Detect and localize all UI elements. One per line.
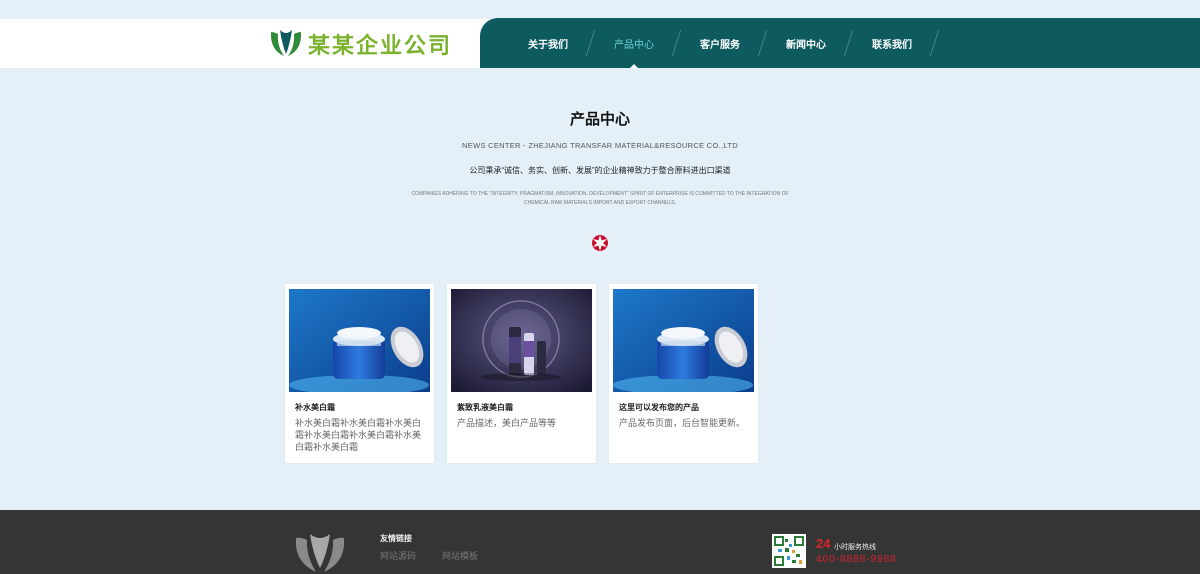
hotline-label: 小时服务热线 [834, 544, 876, 551]
site-footer: 友情链接 网站源码 网站模板 24 小时服务热线 400-8888-9988 [0, 510, 1200, 574]
footer-link[interactable]: 网站源码 [380, 549, 416, 562]
product-card[interactable]: 这里可以发布您的产品 产品发布页面，后台智能更新。 [609, 284, 758, 463]
active-caret-icon [630, 64, 638, 68]
footer-link[interactable]: 网站模板 [442, 549, 478, 562]
friend-links-title: 友情链接 [380, 534, 412, 543]
footer-logo-icon [295, 534, 345, 572]
section-subtitle-en: NEWS CENTER - ZHEJIANG TRANSFAR MATERIAL… [462, 141, 738, 150]
site-logo[interactable]: 某某企业公司 [268, 28, 452, 60]
nav-item-contact[interactable]: 联系我们 [849, 18, 940, 68]
product-description: 产品描述，美白产品等等 [457, 418, 557, 428]
section-description: 公司秉承“诚信、务实、创新、发展”的企业精神致力于整合原料进出口渠道 [469, 166, 731, 175]
product-card[interactable]: 紫致乳液美白霜 产品描述，美白产品等等 [447, 284, 596, 463]
nav-item-label: 关于我们 [528, 39, 568, 51]
qr-code-icon [772, 534, 806, 568]
product-card[interactable]: 补水美白霜 补水美白霜补水美白霜补水美白霜补水美白霜补水美白霜补水美白霜补水美白… [285, 284, 434, 463]
cream-jar-image [289, 289, 430, 392]
flower-divider-icon [592, 235, 608, 251]
cream-jar-image [613, 289, 754, 392]
nav-item-news[interactable]: 新闻中心 [763, 18, 854, 68]
product-title: 补水美白霜 [295, 403, 335, 412]
section-title: 产品中心 [569, 111, 630, 128]
hotline-hours: 24 [816, 536, 831, 551]
nav-item-products[interactable]: 产品中心 [591, 18, 682, 68]
nav-item-label: 产品中心 [614, 39, 654, 51]
product-title: 这里可以发布您的产品 [619, 403, 699, 412]
nav-item-label: 客户服务 [700, 39, 740, 51]
logo-text: 某某企业公司 [308, 34, 453, 59]
lotion-set-image [451, 289, 592, 392]
product-description: 补水美白霜补水美白霜补水美白霜补水美白霜补水美白霜补水美白霜补水美白霜 [295, 418, 422, 452]
nav-item-service[interactable]: 客户服务 [677, 18, 768, 68]
product-image [613, 289, 754, 392]
header-top-strip [0, 0, 1200, 19]
main-nav: 关于我们 产品中心 客户服务 新闻中心 联系我们 [505, 18, 940, 68]
logo-icon [270, 30, 302, 56]
section-description-en: COMPANIES ADHERING TO THE "INTEGRITY, PR… [411, 191, 789, 206]
nav-item-label: 新闻中心 [786, 39, 826, 51]
product-title: 紫致乳液美白霜 [457, 403, 513, 412]
product-description: 产品发布页面，后台智能更新。 [619, 418, 746, 428]
product-list: 补水美白霜 补水美白霜补水美白霜补水美白霜补水美白霜补水美白霜补水美白霜补水美白… [285, 284, 771, 463]
product-image [289, 289, 430, 392]
nav-item-about[interactable]: 关于我们 [505, 18, 596, 68]
hotline-phone: 400-8888-9988 [816, 554, 897, 565]
nav-item-label: 联系我们 [872, 39, 912, 51]
site-header: 某某企业公司 关于我们 产品中心 客户服务 新闻中心 联系我们 [0, 0, 1200, 68]
product-image [451, 289, 592, 392]
